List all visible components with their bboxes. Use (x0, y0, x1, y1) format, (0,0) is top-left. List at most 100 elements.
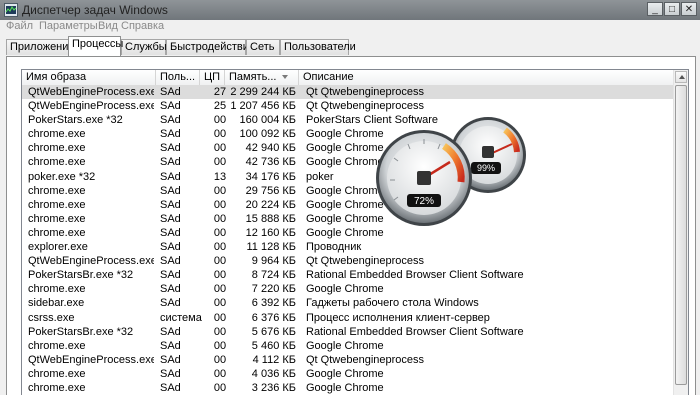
memory-cell: 160 004 КБ (239, 114, 296, 127)
process-row[interactable]: PokerStarsBr.exe *32 SAd 00 5 676 КБ Rationa… (22, 325, 688, 339)
process-row[interactable]: chrome.exe SAd 00 4 036 КБ Google Chrome (22, 367, 688, 381)
process-name-cell: chrome.exe (28, 367, 86, 380)
tab-processes[interactable]: Процессы (68, 36, 123, 56)
cpu-meter-gadget[interactable]: 99% 72% (372, 108, 534, 226)
user-cell: SAd (160, 255, 181, 268)
cpu-percent-label: 72% (414, 196, 434, 207)
user-cell: SAd (160, 339, 181, 352)
column-header-cpu[interactable]: ЦП (200, 70, 225, 85)
process-row[interactable]: chrome.exe SAd 00 42 940 КБ Google Chrome (22, 141, 688, 155)
scrollbar-thumb[interactable] (675, 85, 687, 385)
memory-cell: 20 224 КБ (245, 198, 296, 211)
memory-cell: 9 964 КБ (251, 255, 296, 268)
cpu-cell: 25 (213, 100, 227, 113)
cpu-cell: 00 (213, 311, 227, 324)
cpu-cell: 00 (213, 226, 227, 239)
cpu-cell: 27 (213, 86, 227, 98)
user-cell: SAd (160, 170, 181, 183)
process-row[interactable]: chrome.exe SAd 00 42 736 КБ Google Chrome (22, 155, 688, 169)
process-row[interactable]: chrome.exe SAd 00 20 224 КБ Google Chrome (22, 198, 688, 212)
process-row[interactable]: QtWebEngineProcess.exe *32 SAd 272 299 244… (22, 85, 688, 100)
user-cell: система (160, 311, 202, 324)
process-list[interactable]: Имя образа Поль... ЦП Память... Описание… (21, 69, 689, 395)
process-name-cell: chrome.exe (28, 381, 86, 394)
user-cell: SAd (160, 156, 181, 169)
column-header-description[interactable]: Описание (299, 70, 674, 85)
memory-cell: 1 207 456 КБ (230, 100, 296, 113)
scroll-up-button[interactable] (675, 71, 687, 83)
column-header-image-name[interactable]: Имя образа (22, 70, 156, 85)
user-cell: SAd (160, 86, 181, 98)
memory-cell: 42 736 КБ (245, 156, 296, 169)
process-row[interactable]: chrome.exe SAd 00 5 460 КБ Google Chrome (22, 339, 688, 353)
cpu-cell: 00 (213, 114, 227, 127)
process-row[interactable]: chrome.exe SAd 00 7 220 КБ Google Chrome (22, 282, 688, 296)
cpu-cell: 00 (213, 353, 227, 366)
process-name-cell: PokerStarsBr.exe *32 (28, 325, 134, 338)
description-cell: Qt Qtwebengineprocess (306, 86, 425, 98)
description-cell: Проводник (306, 241, 362, 254)
process-row[interactable]: QtWebEngineProcess.exe *32 SAd 00 4 112 КБ Q… (22, 353, 688, 367)
process-row[interactable]: poker.exe *32 SAd 13 34 176 КБ poker (22, 170, 688, 184)
process-name-cell: QtWebEngineProcess.exe *32 (28, 100, 154, 113)
title-bar[interactable]: Диспетчер задач Windows _ □ ✕ (0, 0, 700, 20)
menu-view[interactable]: Вид (98, 20, 118, 32)
process-row[interactable]: PokerStarsBr.exe *32 SAd 00 8 724 КБ Rationa… (22, 268, 688, 282)
column-header-row: Имя образа Поль... ЦП Память... Описание (22, 70, 688, 86)
tab-services[interactable]: Службы (121, 39, 167, 55)
process-row[interactable]: chrome.exe SAd 00 29 756 КБ Google Chrome (22, 184, 688, 198)
menu-options[interactable]: Параметры (39, 20, 98, 32)
memory-percent-label: 99% (477, 163, 495, 173)
tab-network[interactable]: Сеть (246, 39, 280, 55)
memory-cell: 11 128 КБ (246, 241, 296, 254)
process-row[interactable]: explorer.exe SAd 00 11 128 КБ Проводник (22, 240, 688, 254)
menu-file[interactable]: Файл (6, 20, 33, 32)
process-name-cell: QtWebEngineProcess.exe *32 (28, 353, 154, 366)
cpu-cell: 00 (213, 255, 227, 268)
process-row[interactable]: QtWebEngineProcess.exe *32 SAd 251 207 456… (22, 99, 688, 113)
tab-users[interactable]: Пользователи (280, 39, 356, 55)
cpu-cell: 00 (213, 184, 227, 197)
tab-performance[interactable]: Быстродействие (166, 39, 255, 55)
cpu-cell: 00 (213, 212, 227, 225)
description-cell: Google Chrome (306, 367, 384, 380)
menu-help[interactable]: Справка (121, 20, 164, 32)
user-cell: SAd (160, 269, 181, 282)
process-name-cell: chrome.exe (28, 226, 86, 239)
menu-bar: Файл Параметры Вид Справка (0, 20, 700, 36)
process-row[interactable]: chrome.exe SAd 00 100 092 КБ Google Chrome (22, 127, 688, 141)
process-name-cell: poker.exe *32 (28, 170, 96, 183)
memory-cell: 6 392 КБ (251, 297, 296, 310)
cpu-cell: 00 (213, 367, 227, 380)
minimize-button[interactable]: _ (647, 2, 663, 16)
maximize-button[interactable]: □ (664, 2, 680, 16)
memory-cell: 15 888 КБ (245, 212, 296, 225)
memory-cell: 29 756 КБ (245, 184, 296, 197)
vertical-scrollbar[interactable] (673, 70, 688, 395)
column-header-user[interactable]: Поль... (156, 70, 200, 85)
user-cell: SAd (160, 297, 181, 310)
description-cell: Google Chrome (306, 283, 384, 296)
process-name-cell: chrome.exe (28, 184, 86, 197)
close-button[interactable]: ✕ (681, 2, 697, 16)
process-row[interactable]: QtWebEngineProcess.exe *32 SAd 00 9 964 КБ Q… (22, 254, 688, 268)
user-cell: SAd (160, 283, 181, 296)
sort-descending-icon (282, 75, 288, 79)
process-name-cell: chrome.exe (28, 283, 86, 296)
user-cell: SAd (160, 142, 181, 155)
process-row[interactable]: sidebar.exe SAd 00 6 392 КБ Гаджеты рабочего… (22, 296, 688, 310)
process-name-cell: QtWebEngineProcess.exe *32 (28, 86, 154, 98)
process-row[interactable]: chrome.exe SAd 00 15 888 КБ Google Chrome (22, 212, 688, 226)
user-cell: SAd (160, 198, 181, 211)
memory-cell: 8 724 КБ (251, 269, 296, 282)
process-row[interactable]: chrome.exe SAd 00 3 236 КБ Google Chrome (22, 381, 688, 395)
process-name-cell: chrome.exe (28, 339, 86, 352)
process-row[interactable]: chrome.exe SAd 00 12 160 КБ Google Chrome (22, 226, 688, 240)
description-cell: Qt Qtwebengineprocess (306, 353, 425, 366)
user-cell: SAd (160, 226, 181, 239)
process-name-cell: chrome.exe (28, 156, 86, 169)
tab-applications[interactable]: Приложения (6, 39, 74, 55)
cpu-cell: 00 (213, 269, 227, 282)
process-row[interactable]: PokerStars.exe *32 SAd 00 160 004 КБ PokerSt… (22, 113, 688, 127)
process-row[interactable]: csrss.exe система 00 6 376 КБ Процесс исполн… (22, 311, 688, 325)
